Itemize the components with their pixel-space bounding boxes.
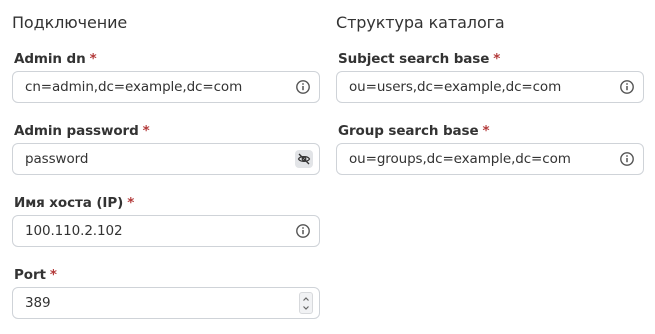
chevron-down-icon[interactable] [302,304,310,312]
required-mark: * [493,51,501,67]
info-icon[interactable] [619,79,635,95]
group-search-base-label-text: Group search base [338,123,479,139]
host-label-text: Имя хоста (IP) [14,195,124,211]
admin-password-value[interactable]: password [25,144,88,174]
port-label: Port * [14,267,57,283]
connection-section-title: Подключение [12,13,128,32]
required-mark: * [127,195,135,211]
group-search-base-label: Group search base * [338,123,490,139]
admin-dn-label: Admin dn * [14,51,97,67]
group-search-base-input[interactable]: ou=groups,dc=example,dc=com [336,143,644,175]
info-icon[interactable] [295,223,311,239]
port-value[interactable]: 389 [25,288,51,318]
subject-search-base-value[interactable]: ou=users,dc=example,dc=com [349,72,561,102]
info-icon[interactable] [295,79,311,95]
required-mark: * [49,267,57,283]
eye-off-icon [297,153,311,165]
admin-dn-value[interactable]: cn=admin,dc=example,dc=com [25,72,242,102]
port-stepper[interactable] [299,292,313,314]
required-mark: * [142,123,150,139]
admin-password-label: Admin password * [14,123,150,139]
required-mark: * [482,123,490,139]
admin-password-label-text: Admin password [14,123,139,139]
host-label: Имя хоста (IP) * [14,195,134,211]
admin-dn-label-text: Admin dn [14,51,86,67]
chevron-up-icon[interactable] [302,295,310,303]
subject-search-base-label: Subject search base * [338,51,500,67]
subject-search-base-input[interactable]: ou=users,dc=example,dc=com [336,71,644,103]
port-label-text: Port [14,267,46,283]
directory-section-title: Структура каталога [336,13,505,32]
group-search-base-value[interactable]: ou=groups,dc=example,dc=com [349,144,571,174]
host-input[interactable]: 100.110.2.102 [12,215,320,247]
toggle-password-button[interactable] [295,150,313,168]
subject-search-base-label-text: Subject search base [338,51,490,67]
host-value[interactable]: 100.110.2.102 [25,216,123,246]
port-input[interactable]: 389 [12,287,320,319]
info-icon[interactable] [619,151,635,167]
required-mark: * [89,51,97,67]
admin-password-input[interactable]: password [12,143,320,175]
admin-dn-input[interactable]: cn=admin,dc=example,dc=com [12,71,320,103]
